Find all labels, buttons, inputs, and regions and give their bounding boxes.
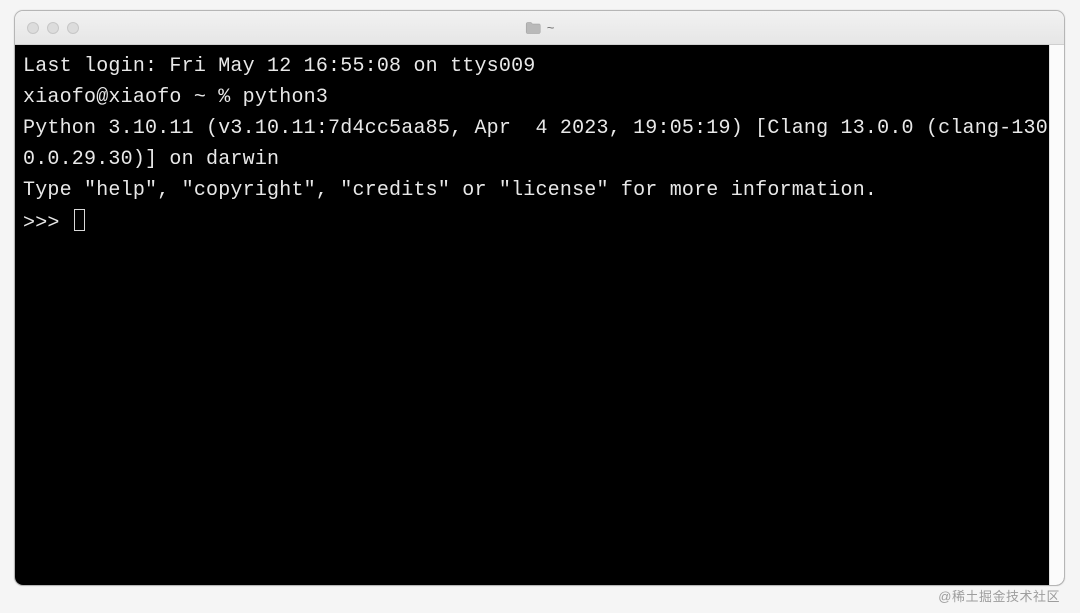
python-banner-1: Python 3.10.11 (v3.10.11:7d4cc5aa85, Apr… [23,117,1048,171]
watermark-text: @稀土掘金技术社区 [938,586,1060,605]
terminal-content[interactable]: Last login: Fri May 12 16:55:08 on ttys0… [23,51,1056,239]
repl-prompt: >>> [23,208,72,239]
cursor [74,209,85,231]
repl-prompt-line: >>> [23,206,1056,239]
window-title-group: ~ [525,20,555,35]
last-login-line: Last login: Fri May 12 16:55:08 on ttys0… [23,55,535,78]
shell-prompt: xiaofo@xiaofo ~ % [23,86,243,109]
terminal-area[interactable]: Last login: Fri May 12 16:55:08 on ttys0… [15,45,1064,585]
window-controls [27,22,79,34]
close-button[interactable] [27,22,39,34]
window-title: ~ [547,20,555,35]
scrollbar[interactable] [1049,45,1064,585]
minimize-button[interactable] [47,22,59,34]
python-banner-2: Type "help", "copyright", "credits" or "… [23,179,877,202]
maximize-button[interactable] [67,22,79,34]
folder-icon [525,22,541,34]
titlebar[interactable]: ~ [15,11,1064,45]
terminal-window: ~ Last login: Fri May 12 16:55:08 on tty… [14,10,1065,586]
shell-command: python3 [243,86,328,109]
